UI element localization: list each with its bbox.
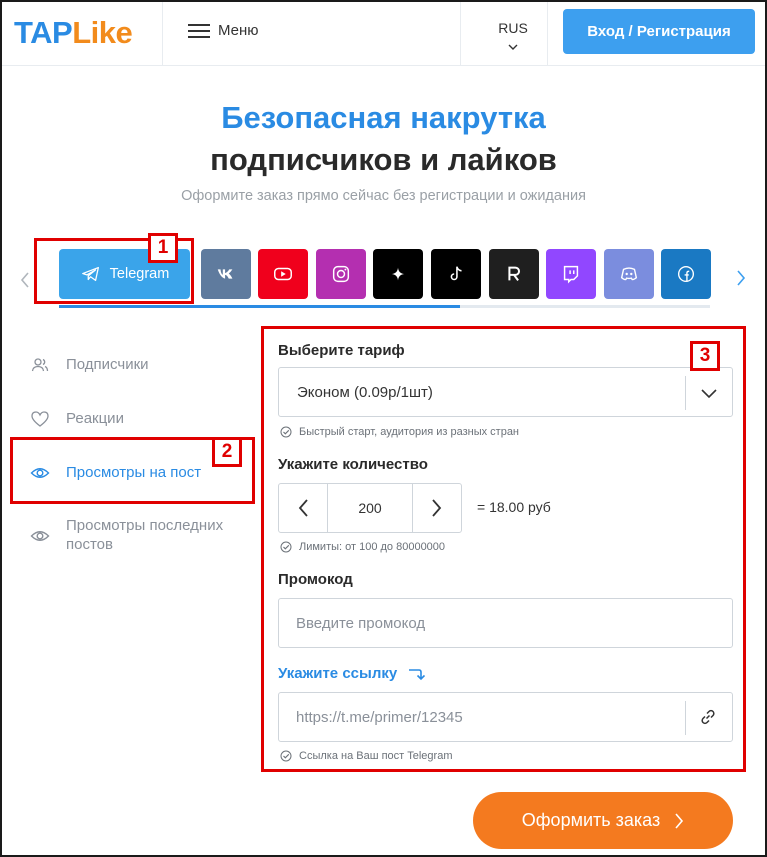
platform-tab-rutube[interactable] — [489, 249, 539, 299]
sidebar-item-reactions[interactable]: Реакции — [30, 409, 124, 429]
chevron-left-icon[interactable] — [20, 272, 30, 293]
platform-scroll-indicator — [59, 305, 460, 308]
logo-like: Like — [72, 15, 133, 50]
sidebar-label-subscribers: Подписчики — [66, 356, 149, 373]
platform-tab-facebook[interactable] — [661, 249, 711, 299]
submit-order-button[interactable]: Оформить заказ — [473, 792, 733, 849]
platform-tab-likee[interactable] — [373, 249, 423, 299]
platform-tab-instagram[interactable] — [316, 249, 366, 299]
platform-tab-twitch[interactable] — [546, 249, 596, 299]
facebook-icon — [677, 265, 695, 283]
heart-icon — [31, 411, 49, 427]
twitch-icon — [563, 265, 579, 284]
site-header: TAPLike Меню RUS Вход / Регистрация — [2, 2, 765, 66]
hero-title-line2: подписчиков и лайков — [210, 142, 557, 177]
header-divider — [460, 2, 461, 66]
youtube-icon — [274, 267, 292, 281]
language-label: RUS — [498, 20, 528, 36]
chevron-right-icon — [675, 812, 684, 829]
login-register-button[interactable]: Вход / Регистрация — [563, 9, 755, 54]
submit-order-label: Оформить заказ — [521, 810, 661, 830]
users-icon — [31, 358, 49, 372]
eye-icon — [30, 531, 50, 541]
hero-title-line1: Безопасная накрутка — [221, 100, 546, 135]
annotation-box-3 — [261, 326, 746, 772]
tiktok-icon — [450, 266, 462, 281]
chevron-down-icon — [508, 44, 518, 50]
hamburger-icon — [188, 23, 210, 38]
platform-tab-discord[interactable] — [604, 249, 654, 299]
annotation-badge-3: 3 — [690, 341, 720, 371]
annotation-badge-1: 1 — [148, 233, 178, 263]
chevron-right-icon[interactable] — [736, 270, 746, 291]
logo[interactable]: TAPLike — [14, 15, 133, 50]
sidebar-label-recent-views: Просмотры последних постов — [66, 517, 224, 553]
platform-tab-vk[interactable] — [201, 249, 251, 299]
rutube-icon — [508, 266, 521, 282]
sidebar-item-subscribers[interactable]: Подписчики — [30, 355, 149, 375]
platform-tab-tiktok[interactable] — [431, 249, 481, 299]
vk-icon — [217, 269, 233, 279]
header-divider — [547, 2, 548, 66]
likee-icon — [391, 267, 405, 281]
menu-button[interactable]: Меню — [188, 22, 259, 39]
header-divider — [162, 2, 163, 66]
menu-label: Меню — [218, 22, 259, 39]
instagram-icon — [332, 265, 350, 283]
platform-tab-youtube[interactable] — [258, 249, 308, 299]
annotation-badge-2: 2 — [212, 437, 242, 467]
discord-icon — [620, 267, 638, 281]
sidebar-label-reactions: Реакции — [66, 410, 124, 427]
logo-tap: TAP — [14, 15, 73, 50]
hero-subtitle: Оформите заказ прямо сейчас без регистра… — [181, 188, 586, 204]
sidebar-item-recent-views[interactable]: Просмотры последних постов — [30, 516, 240, 554]
language-selector[interactable]: RUS — [490, 20, 536, 52]
